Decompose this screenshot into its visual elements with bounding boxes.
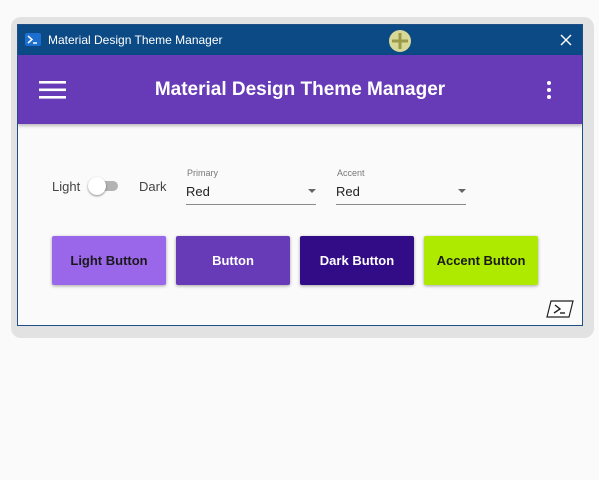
- light-button[interactable]: Light Button: [52, 236, 166, 285]
- primary-value: Red: [186, 184, 210, 199]
- powershell-prompt-icon: [545, 299, 575, 319]
- app-window: Material Design Theme Manager Material D…: [17, 24, 583, 326]
- app-bar: Material Design Theme Manager: [18, 55, 582, 124]
- more-vertical-icon[interactable]: [542, 80, 556, 100]
- dark-button[interactable]: Dark Button: [300, 236, 414, 285]
- primary-hint: Primary: [187, 168, 218, 178]
- powershell-icon: [25, 33, 41, 46]
- accent-underline: [336, 204, 466, 205]
- dark-label: Dark: [139, 179, 167, 194]
- dropdown-arrow-icon: [308, 189, 316, 193]
- theme-toggle[interactable]: [88, 176, 122, 196]
- primary-button[interactable]: Button: [176, 236, 290, 285]
- close-icon[interactable]: [558, 32, 574, 48]
- accent-button[interactable]: Accent Button: [424, 236, 538, 285]
- accent-select[interactable]: Accent Red: [336, 168, 466, 208]
- primary-select[interactable]: Primary Red: [186, 168, 316, 208]
- primary-underline: [186, 204, 316, 205]
- title-bar[interactable]: Material Design Theme Manager: [18, 25, 582, 55]
- app-title: Material Design Theme Manager: [154, 79, 446, 100]
- toggle-thumb: [88, 177, 106, 195]
- dropdown-arrow-icon: [458, 189, 466, 193]
- window-title: Material Design Theme Manager: [48, 33, 223, 47]
- cursor-highlight-icon: [389, 30, 411, 52]
- accent-value: Red: [336, 184, 360, 199]
- light-label: Light: [52, 179, 81, 194]
- accent-hint: Accent: [337, 168, 365, 178]
